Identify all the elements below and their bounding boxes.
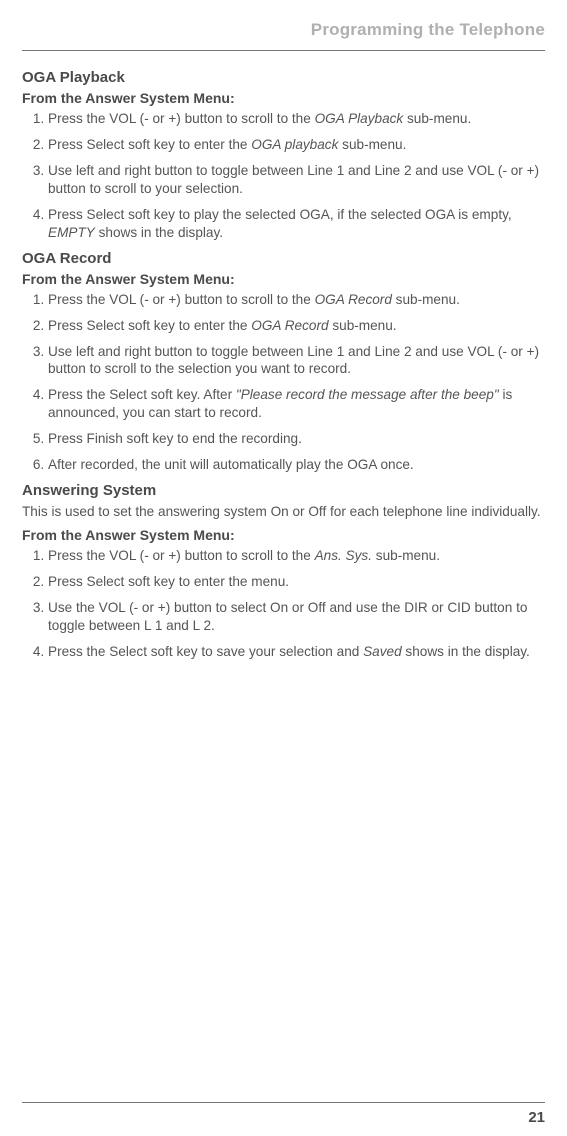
list-oga-record: Press the VOL (- or +) button to scroll … (22, 291, 545, 475)
list-item: Press Select soft key to enter the OGA R… (48, 317, 545, 335)
from-line-ans-sys: From the Answer System Menu: (22, 527, 545, 543)
list-item: Press the VOL (- or +) button to scroll … (48, 110, 545, 128)
para-ans-sys: This is used to set the answering system… (22, 503, 545, 521)
list-item: Press the Select soft key to save your s… (48, 643, 545, 661)
top-rule (22, 50, 545, 51)
list-oga-playback: Press the VOL (- or +) button to scroll … (22, 110, 545, 242)
section-title-oga-playback: OGA Playback (22, 69, 545, 86)
page-number: 21 (22, 1102, 545, 1126)
list-item: Use left and right button to toggle betw… (48, 162, 545, 198)
list-item: Press Select soft key to enter the OGA p… (48, 136, 545, 154)
content: OGA Playback From the Answer System Menu… (22, 63, 545, 1102)
list-item: Press the VOL (- or +) button to scroll … (48, 547, 545, 565)
list-item: Press the VOL (- or +) button to scroll … (48, 291, 545, 309)
section-title-ans-sys: Answering System (22, 482, 545, 499)
list-item: Press Select soft key to enter the menu. (48, 573, 545, 591)
list-item: Press Select soft key to play the select… (48, 206, 545, 242)
list-item: After recorded, the unit will automatica… (48, 456, 545, 474)
list-item: Press the Select soft key. After "Please… (48, 386, 545, 422)
list-item: Use left and right button to toggle betw… (48, 343, 545, 379)
section-title-oga-record: OGA Record (22, 250, 545, 267)
list-ans-sys: Press the VOL (- or +) button to scroll … (22, 547, 545, 661)
from-line-oga-record: From the Answer System Menu: (22, 271, 545, 287)
list-item: Use the VOL (- or +) button to select On… (48, 599, 545, 635)
page-header: Programming the Telephone (22, 20, 545, 44)
list-item: Press Finish soft key to end the recordi… (48, 430, 545, 448)
from-line-oga-playback: From the Answer System Menu: (22, 90, 545, 106)
